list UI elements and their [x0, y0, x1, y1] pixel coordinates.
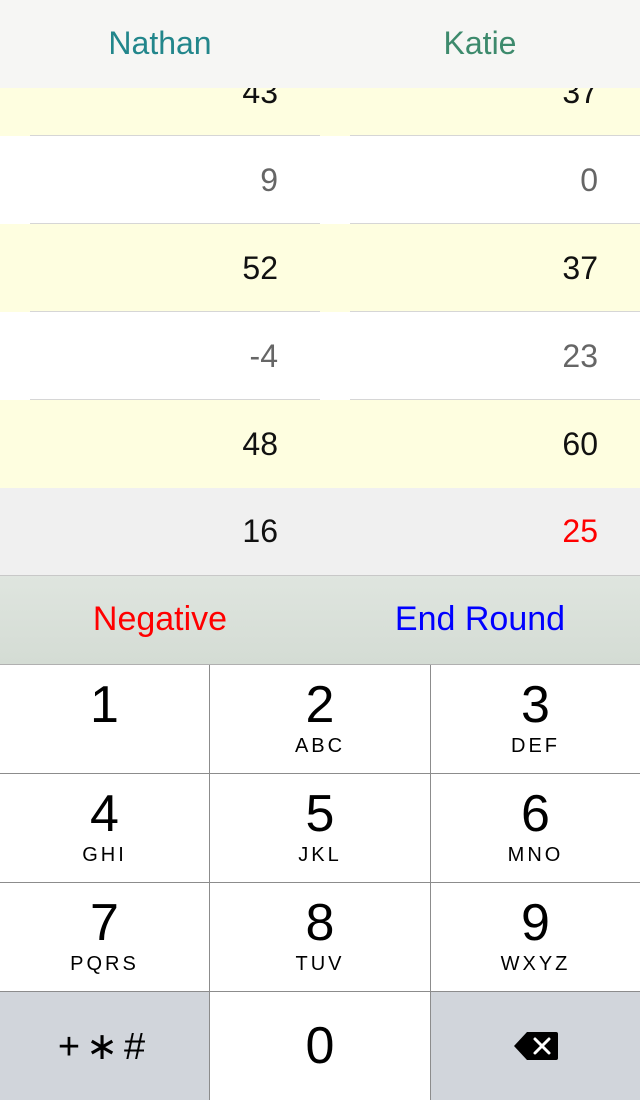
round-row: 9 0: [0, 136, 640, 224]
round-score-player-2: 37: [562, 249, 598, 286]
backspace-icon: [513, 1031, 559, 1061]
key-digit: 3: [521, 676, 550, 734]
key-digit: 2: [305, 676, 335, 734]
key-letters: GHI: [82, 844, 127, 866]
key-letters: WXYZ: [500, 953, 571, 975]
key-digit: 4: [90, 785, 119, 843]
key-6[interactable]: 6 MNO: [431, 774, 640, 882]
symbols-label: +∗#: [57, 1025, 152, 1068]
round-score-player-1: 9: [260, 161, 278, 198]
player-name-2[interactable]: Katie: [320, 0, 640, 88]
round-row: 52 37: [0, 224, 640, 312]
key-digit: 9: [521, 894, 550, 952]
backspace-key[interactable]: [431, 992, 640, 1100]
key-letters: PQRS: [70, 953, 139, 975]
round-score-player-1: -4: [249, 337, 278, 374]
key-9[interactable]: 9 WXYZ: [431, 883, 640, 991]
round-row: -4 23: [0, 312, 640, 400]
key-8[interactable]: 8 TUV: [210, 883, 431, 991]
key-5[interactable]: 5 JKL: [210, 774, 431, 882]
key-letters: TUV: [295, 953, 345, 975]
symbols-key[interactable]: +∗#: [0, 992, 210, 1100]
key-2[interactable]: 2 ABC: [210, 665, 431, 773]
key-digit: 6: [521, 785, 550, 843]
round-score-player-1: 52: [242, 249, 278, 286]
key-digit: 7: [90, 894, 119, 952]
key-letters: JKL: [298, 844, 342, 866]
action-bar: Negative End Round: [0, 576, 640, 664]
round-score-player-2: 23: [562, 337, 598, 374]
key-digit: 8: [305, 894, 335, 952]
negative-button[interactable]: Negative: [0, 576, 320, 664]
round-row: 48 60: [0, 400, 640, 488]
key-letters: ABC: [294, 735, 346, 757]
key-digit: 1: [90, 676, 119, 734]
total-player-2: 25: [562, 513, 598, 549]
end-round-button[interactable]: End Round: [320, 576, 640, 664]
key-0[interactable]: 0: [210, 992, 431, 1100]
key-1[interactable]: 1: [0, 665, 210, 773]
totals-row: 16 25: [0, 488, 640, 576]
total-player-1: 16: [242, 513, 278, 549]
round-score-player-1: 48: [242, 425, 278, 462]
key-7[interactable]: 7 PQRS: [0, 883, 210, 991]
key-digit: 5: [305, 785, 335, 843]
score-list[interactable]: 43 37 9 0 52 37 -4 23 48 60: [0, 48, 640, 488]
player-header: Nathan Katie: [0, 0, 640, 88]
numeric-keypad: 1 2 ABC 3 DEF 4 GHI 5 JKL 6 MNO 7 PQRS 8…: [0, 664, 640, 1100]
key-digit: 0: [305, 1017, 335, 1075]
key-letters: DEF: [511, 735, 560, 757]
round-score-player-2: 60: [562, 425, 598, 462]
key-4[interactable]: 4 GHI: [0, 774, 210, 882]
player-name-1[interactable]: Nathan: [0, 0, 320, 88]
key-letters: MNO: [507, 844, 564, 866]
round-score-player-2: 0: [580, 161, 598, 198]
key-3[interactable]: 3 DEF: [431, 665, 640, 773]
